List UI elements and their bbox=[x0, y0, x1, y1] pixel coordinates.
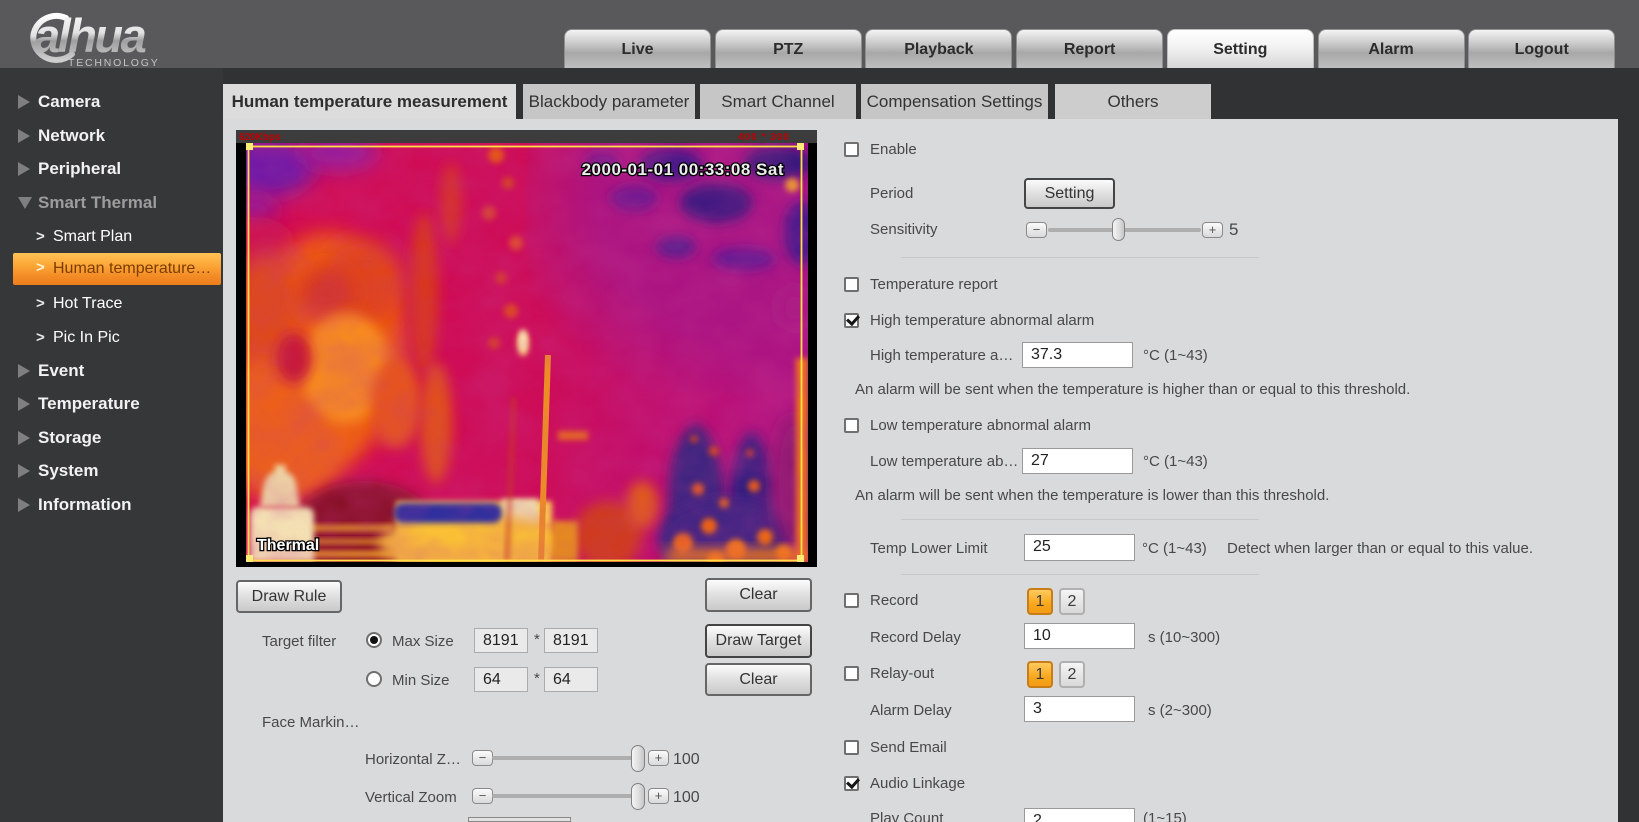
svg-text:alhua: alhua bbox=[34, 9, 146, 62]
svg-text:TECHNOLOGY: TECHNOLOGY bbox=[68, 57, 160, 66]
svg-text:Thermal: Thermal bbox=[257, 537, 319, 554]
svg-text:2000-01-01 00:33:08 Sat: 2000-01-01 00:33:08 Sat bbox=[582, 160, 784, 179]
